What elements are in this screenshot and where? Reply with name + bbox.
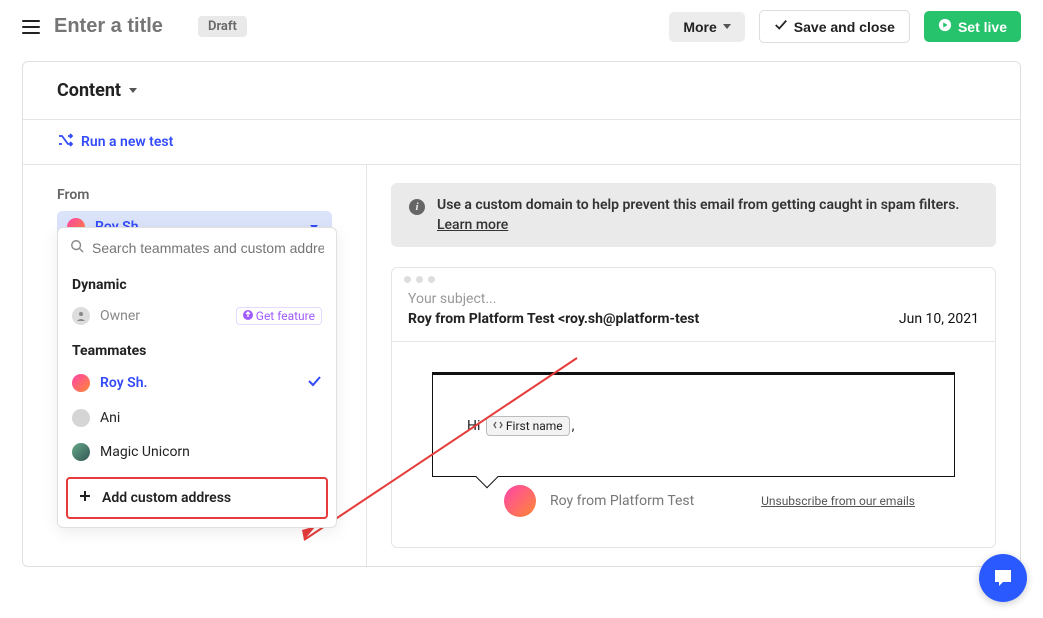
dynamic-section-label: Dynamic [58,267,336,299]
save-label: Save and close [794,19,895,35]
teammate-name: Roy Sh. [100,375,296,391]
run-test-label: Run a new test [81,134,173,150]
email-body: Hi First name , Roy from Platform Test U… [392,342,995,547]
window-controls-icon [392,268,995,291]
info-icon: i [409,199,425,215]
left-pane: From Roy Sh. Dynamic Owner Get f [23,165,367,566]
upgrade-icon [243,309,253,323]
set-live-label: Set live [958,19,1007,35]
teammate-name: Ani [100,410,322,426]
content-card: Content Run a new test From Roy Sh. Dyna… [22,61,1021,567]
menu-icon[interactable] [22,20,40,34]
email-from-text: Roy from Platform Test <roy.sh@platform-… [408,311,699,327]
avatar-icon [72,443,90,461]
learn-more-link[interactable]: Learn more [437,217,959,233]
avatar-icon [72,374,90,392]
teammate-item-magic-unicorn[interactable]: Magic Unicorn [58,435,336,469]
draft-badge: Draft [198,16,247,37]
avatar-icon [72,409,90,427]
email-date: Jun 10, 2021 [899,311,979,327]
chat-icon [991,566,1015,590]
top-bar: Draft More Save and close Set live [0,0,1043,61]
owner-icon [72,307,90,325]
title-input[interactable] [54,15,184,38]
greeting-text: Hi First name , [467,418,574,434]
save-and-close-button[interactable]: Save and close [759,10,910,43]
add-custom-label: Add custom address [102,490,231,506]
unsubscribe-link[interactable]: Unsubscribe from our emails [761,492,915,510]
shuffle-icon [57,132,73,152]
plus-icon [78,489,92,507]
from-label: From [57,187,332,203]
subject-input[interactable]: Your subject... [408,291,979,307]
email-preview: Your subject... Roy from Platform Test <… [391,267,996,548]
help-chat-button[interactable] [979,554,1027,602]
get-feature-badge[interactable]: Get feature [236,307,322,325]
chevron-down-icon [129,88,137,93]
search-teammates-input[interactable] [92,240,324,256]
play-icon [938,18,952,35]
info-banner: i Use a custom domain to help prevent th… [391,183,996,247]
sender-name: Roy from Platform Test [550,493,747,509]
variable-icon [493,419,503,433]
first-name-token[interactable]: First name [486,416,570,436]
email-content-box[interactable]: Hi First name , [432,372,955,477]
sender-avatar-icon [504,485,536,517]
check-icon [774,18,788,35]
owner-label: Owner [100,308,226,324]
right-pane: i Use a custom domain to help prevent th… [367,165,1020,566]
content-title: Content [57,80,121,101]
content-header[interactable]: Content [23,62,1020,119]
set-live-button[interactable]: Set live [924,11,1021,42]
main-split: From Roy Sh. Dynamic Owner Get f [23,164,1020,566]
check-icon [306,373,322,393]
teammates-section-label: Teammates [58,333,336,365]
email-footer: Roy from Platform Test Unsubscribe from … [432,477,955,535]
more-label: More [683,19,716,35]
add-custom-address-button[interactable]: Add custom address [66,477,328,519]
teammate-item-roy[interactable]: Roy Sh. [58,365,336,401]
from-dropdown: Dynamic Owner Get feature Teammates Roy … [57,227,337,528]
chevron-down-icon [723,24,731,29]
more-button[interactable]: More [669,12,744,42]
teammate-item-ani[interactable]: Ani [58,401,336,435]
email-header: Your subject... Roy from Platform Test <… [392,291,995,342]
get-feature-label: Get feature [256,309,315,323]
banner-text: Use a custom domain to help prevent this… [437,197,959,213]
search-icon [70,238,84,257]
owner-item[interactable]: Owner Get feature [58,299,336,333]
dropdown-search-row [58,228,336,267]
run-new-test-link[interactable]: Run a new test [57,132,173,152]
teammate-name: Magic Unicorn [100,444,322,460]
run-test-row: Run a new test [23,119,1020,164]
